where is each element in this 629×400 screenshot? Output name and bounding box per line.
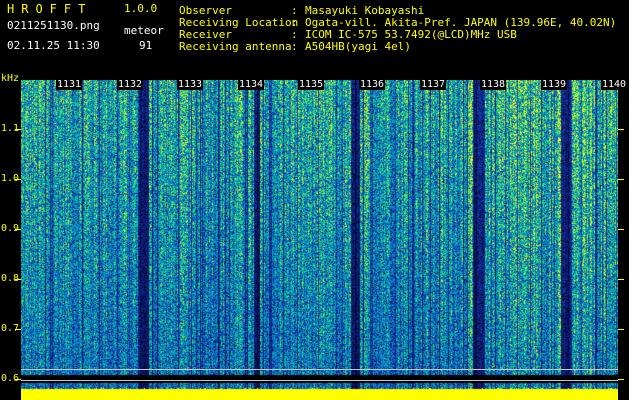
app-version: 1.0.0 (124, 2, 158, 15)
meteor-label: meteor (124, 24, 164, 37)
frequency-tick (15, 229, 21, 230)
frequency-tick (15, 279, 21, 280)
time-tick-label: 1135 (298, 79, 325, 90)
spectrogram-canvas (21, 80, 618, 400)
time-tick-label: 1132 (117, 79, 144, 90)
frequency-tick (15, 179, 21, 180)
frequency-tick-right (618, 229, 624, 230)
antenna-label: Receiving antenna (179, 40, 292, 53)
time-tick-label: 1136 (359, 79, 386, 90)
time-tick-label: 1134 (238, 79, 265, 90)
time-tick-label: 1138 (480, 79, 507, 90)
frequency-tick (15, 329, 21, 330)
time-tick-label: 1133 (177, 79, 204, 90)
time-tick-label: 1140 (601, 79, 628, 90)
antenna-value: A504HB(yagi 4el) (305, 40, 411, 53)
time-tick-label: 1131 (56, 79, 83, 90)
reference-line-upper (21, 369, 618, 370)
reference-line-lower (21, 380, 618, 381)
antenna-colon: : (291, 40, 298, 53)
frequency-tick-right (618, 279, 624, 280)
time-tick-label: 1139 (541, 79, 568, 90)
frequency-tick (15, 129, 21, 130)
frequency-tick-right (618, 329, 624, 330)
frequency-tick-right (618, 179, 624, 180)
meteor-count: 91 (139, 39, 153, 52)
date-time: 02.11.25 11:30 (7, 39, 100, 52)
app-title: HROFFT (7, 2, 93, 16)
frequency-tick-right (618, 379, 624, 380)
frequency-tick-right (618, 129, 624, 130)
frequency-unit-label: kHz (1, 73, 20, 84)
time-tick-label: 1137 (420, 79, 447, 90)
spectrogram (21, 80, 618, 400)
file-name: 0211251130.png (7, 19, 100, 32)
